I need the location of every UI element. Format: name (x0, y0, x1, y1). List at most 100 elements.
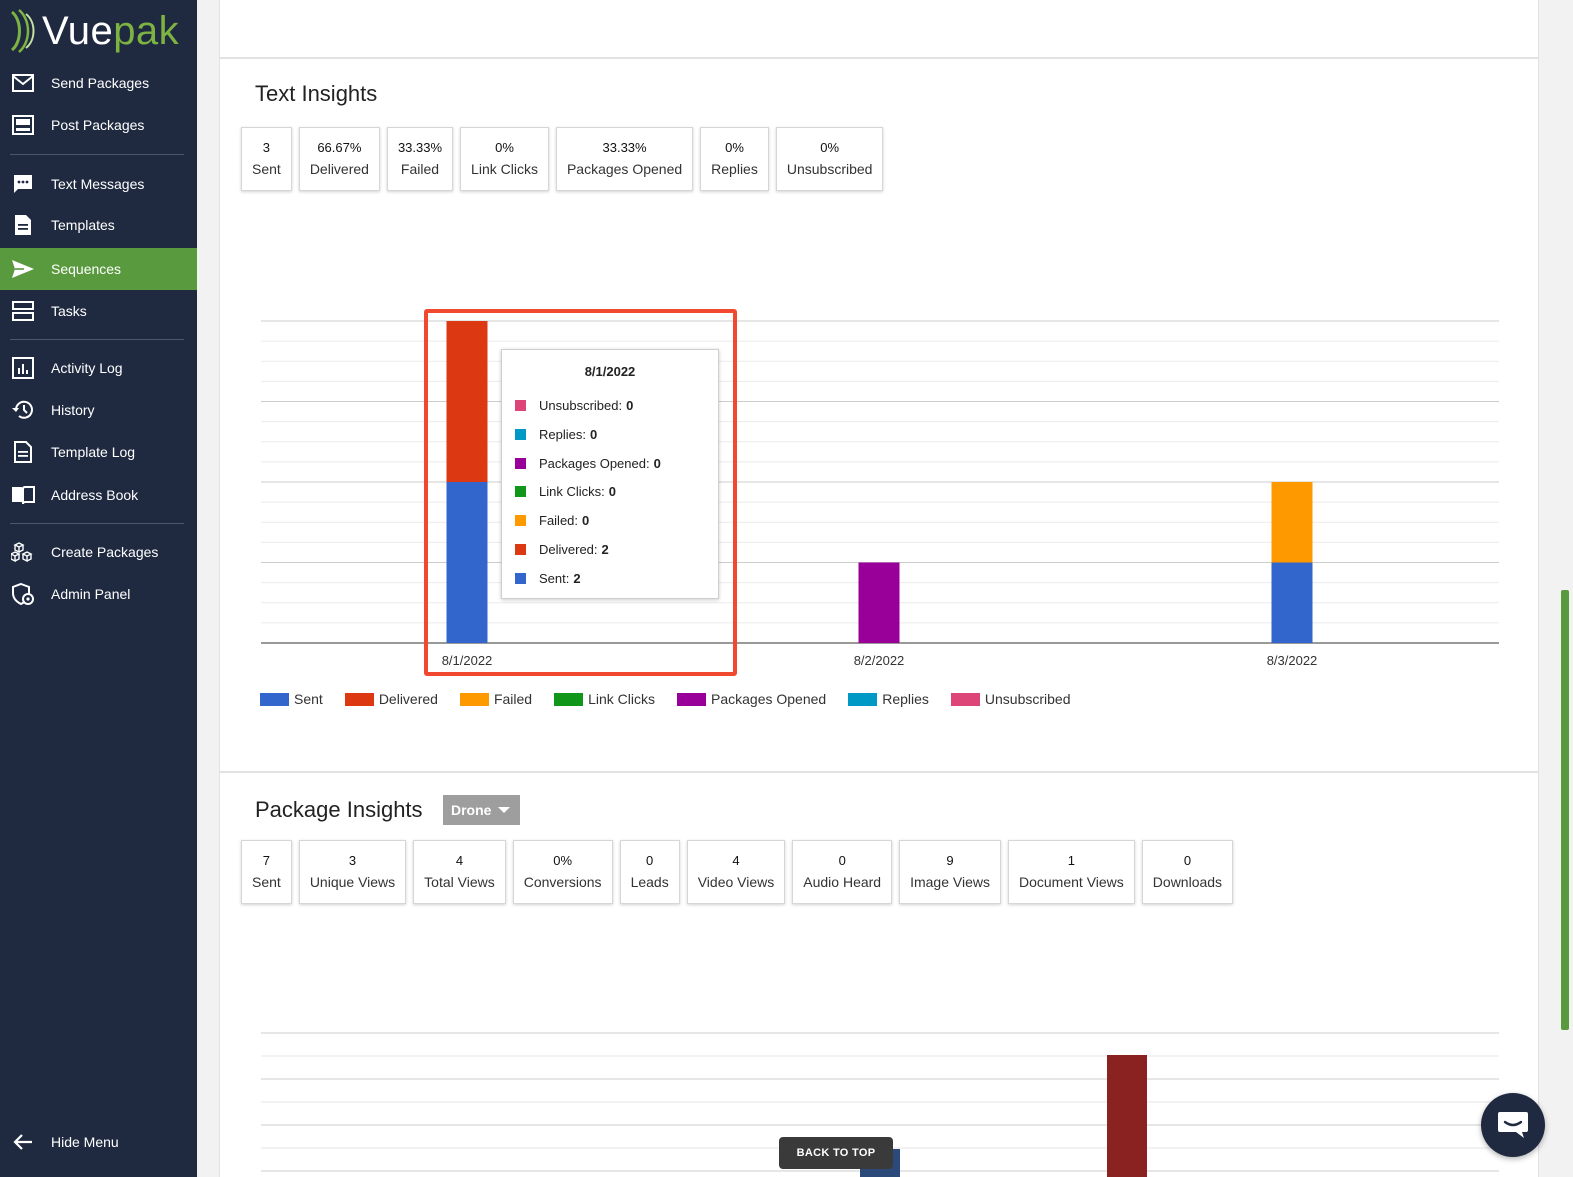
x-tick-label: 8/2/2022 (854, 653, 905, 668)
back-to-top-button[interactable]: BACK TO TOP (779, 1137, 893, 1169)
text-insights-panel: Text Insights 3 Sent 66.67% Delivered 33.3… (219, 58, 1539, 772)
tooltip-swatch (515, 485, 526, 497)
legend-label: Delivered (378, 691, 438, 707)
sidebar-item-label: Address Book (51, 487, 139, 503)
legend-item[interactable]: Sent (260, 691, 323, 707)
sidebar-item-label: Admin Panel (51, 586, 131, 602)
tooltip-series-name: Failed (539, 512, 575, 528)
legend-swatch (459, 692, 489, 706)
sidebar-item-label: Templates (51, 217, 115, 233)
sidebar-item-text-messages[interactable]: Text Messages (0, 164, 197, 204)
bar-segment-sent[interactable] (1271, 562, 1313, 644)
legend-label: Link Clicks (588, 691, 655, 707)
tooltip-swatch (515, 457, 526, 469)
sidebar-item-create-packages[interactable]: Create Packages (0, 532, 197, 572)
legend-swatch (950, 692, 980, 706)
legend-swatch (677, 692, 706, 706)
legend-label: Replies (882, 691, 929, 707)
tooltip-series-value: 0 (608, 483, 616, 499)
legend-label: Unsubscribed (984, 691, 1071, 707)
tooltip-series-name: Packages Opened (539, 455, 646, 471)
sidebar-item-label: Tasks (51, 303, 87, 319)
tooltip-swatch (515, 514, 526, 526)
tooltip-row: Failed:0 (515, 511, 589, 529)
document-icon (11, 213, 35, 237)
sidebar-item-post-packages[interactable]: Post Packages (0, 105, 197, 145)
sidebar-item-tasks[interactable]: Tasks (0, 291, 197, 331)
tasks-icon (11, 299, 35, 323)
sidebar-item-address-book[interactable]: Address Book (0, 475, 197, 515)
scrollbar-thumb[interactable] (1561, 590, 1569, 1030)
tooltip-row: Sent:2 (515, 569, 581, 587)
previous-panel (219, 0, 1539, 58)
sidebar-item-label: Create Packages (51, 544, 159, 560)
chart-legend: Sent Delivered Failed Link Clicks Packag… (260, 691, 1093, 707)
sidebar-divider (10, 523, 184, 524)
paper-plane-icon (11, 257, 35, 281)
book-icon (11, 483, 35, 507)
bar-chart-icon (11, 356, 35, 380)
sidebar-item-templates[interactable]: Templates (0, 205, 197, 245)
tooltip-row: Link Clicks:0 (515, 482, 616, 500)
legend-item[interactable]: Link Clicks (554, 691, 655, 707)
legend-swatch (260, 692, 289, 706)
legend-item[interactable]: Packages Opened (677, 691, 826, 707)
chat-icon (1498, 1112, 1528, 1138)
tooltip-row: Delivered:2 (515, 540, 609, 558)
bar-segment-packages-opened[interactable] (858, 562, 900, 644)
legend-swatch (344, 692, 374, 706)
sidebar-item-label: Template Log (51, 444, 136, 460)
tooltip-series-value: 0 (582, 512, 590, 528)
sidebar-item-template-log[interactable]: Template Log (0, 432, 197, 472)
package-bar[interactable] (1107, 1055, 1147, 1177)
legend-swatch (554, 692, 584, 706)
tooltip-series-name: Delivered (539, 541, 594, 557)
bar-segment-failed[interactable] (1271, 482, 1313, 563)
logo-swoosh-icon (10, 9, 35, 53)
chat-widget-button[interactable] (1481, 1093, 1545, 1157)
tooltip-swatch (515, 428, 526, 440)
tooltip-swatch (515, 543, 526, 555)
legend-item[interactable]: Unsubscribed (950, 691, 1071, 707)
arrow-left-icon (11, 1130, 35, 1154)
sidebar-item-send-packages[interactable]: Send Packages (0, 63, 197, 103)
legend-label: Packages Opened (711, 691, 827, 707)
tooltip-swatch (515, 572, 526, 584)
legend-item[interactable]: Failed (459, 691, 533, 707)
sidebar-item-history[interactable]: History (0, 390, 197, 430)
sidebar-item-activity-log[interactable]: Activity Log (0, 348, 197, 388)
tooltip-series-name: Unsubscribed (539, 397, 619, 413)
chart-tooltip: 8/1/2022 Unsubscribed:0 Replies:0 Packag… (501, 349, 719, 599)
shield-gear-icon (11, 582, 35, 606)
vuepak-logo[interactable]: Vue pak (8, 6, 179, 56)
sidebar-divider (10, 154, 184, 155)
package-insights-panel: Package Insights Drone 7 Sent 3 Unique Vie… (219, 772, 1539, 1177)
chat-bubble-icon (11, 172, 35, 196)
logo-text-pak: pak (113, 8, 180, 53)
envelope-icon (11, 71, 35, 95)
sidebar-item-label: Sequences (51, 261, 122, 277)
x-tick-label: 8/3/2022 (1267, 653, 1318, 668)
sidebar-item-sequences[interactable]: Sequences (0, 248, 197, 290)
legend-item[interactable]: Replies (848, 691, 929, 707)
tooltip-series-value: 2 (601, 541, 609, 557)
logo-text-vue: Vue (42, 8, 114, 53)
sidebar-item-label: Activity Log (51, 360, 123, 376)
tooltip-row: Unsubscribed:0 (515, 396, 633, 414)
sidebar-divider (10, 339, 184, 340)
tooltip-series-value: 0 (653, 455, 661, 471)
tooltip-row: Replies:0 (515, 425, 597, 443)
monitor-icon (11, 113, 35, 137)
tooltip-series-value: 2 (573, 570, 581, 586)
legend-swatch (848, 692, 878, 706)
history-icon (11, 398, 35, 422)
tooltip-title: 8/1/2022 (584, 364, 636, 379)
legend-label: Failed (493, 691, 533, 707)
sidebar-item-admin-panel[interactable]: Admin Panel (0, 574, 197, 614)
tooltip-swatch (515, 399, 526, 411)
sidebar-item-label: Send Packages (51, 75, 150, 91)
hide-menu-button[interactable]: Hide Menu (0, 1122, 197, 1162)
legend-item[interactable]: Delivered (344, 691, 438, 707)
package-insights-chart (261, 1032, 1499, 1177)
sidebar-item-label: History (51, 402, 95, 418)
